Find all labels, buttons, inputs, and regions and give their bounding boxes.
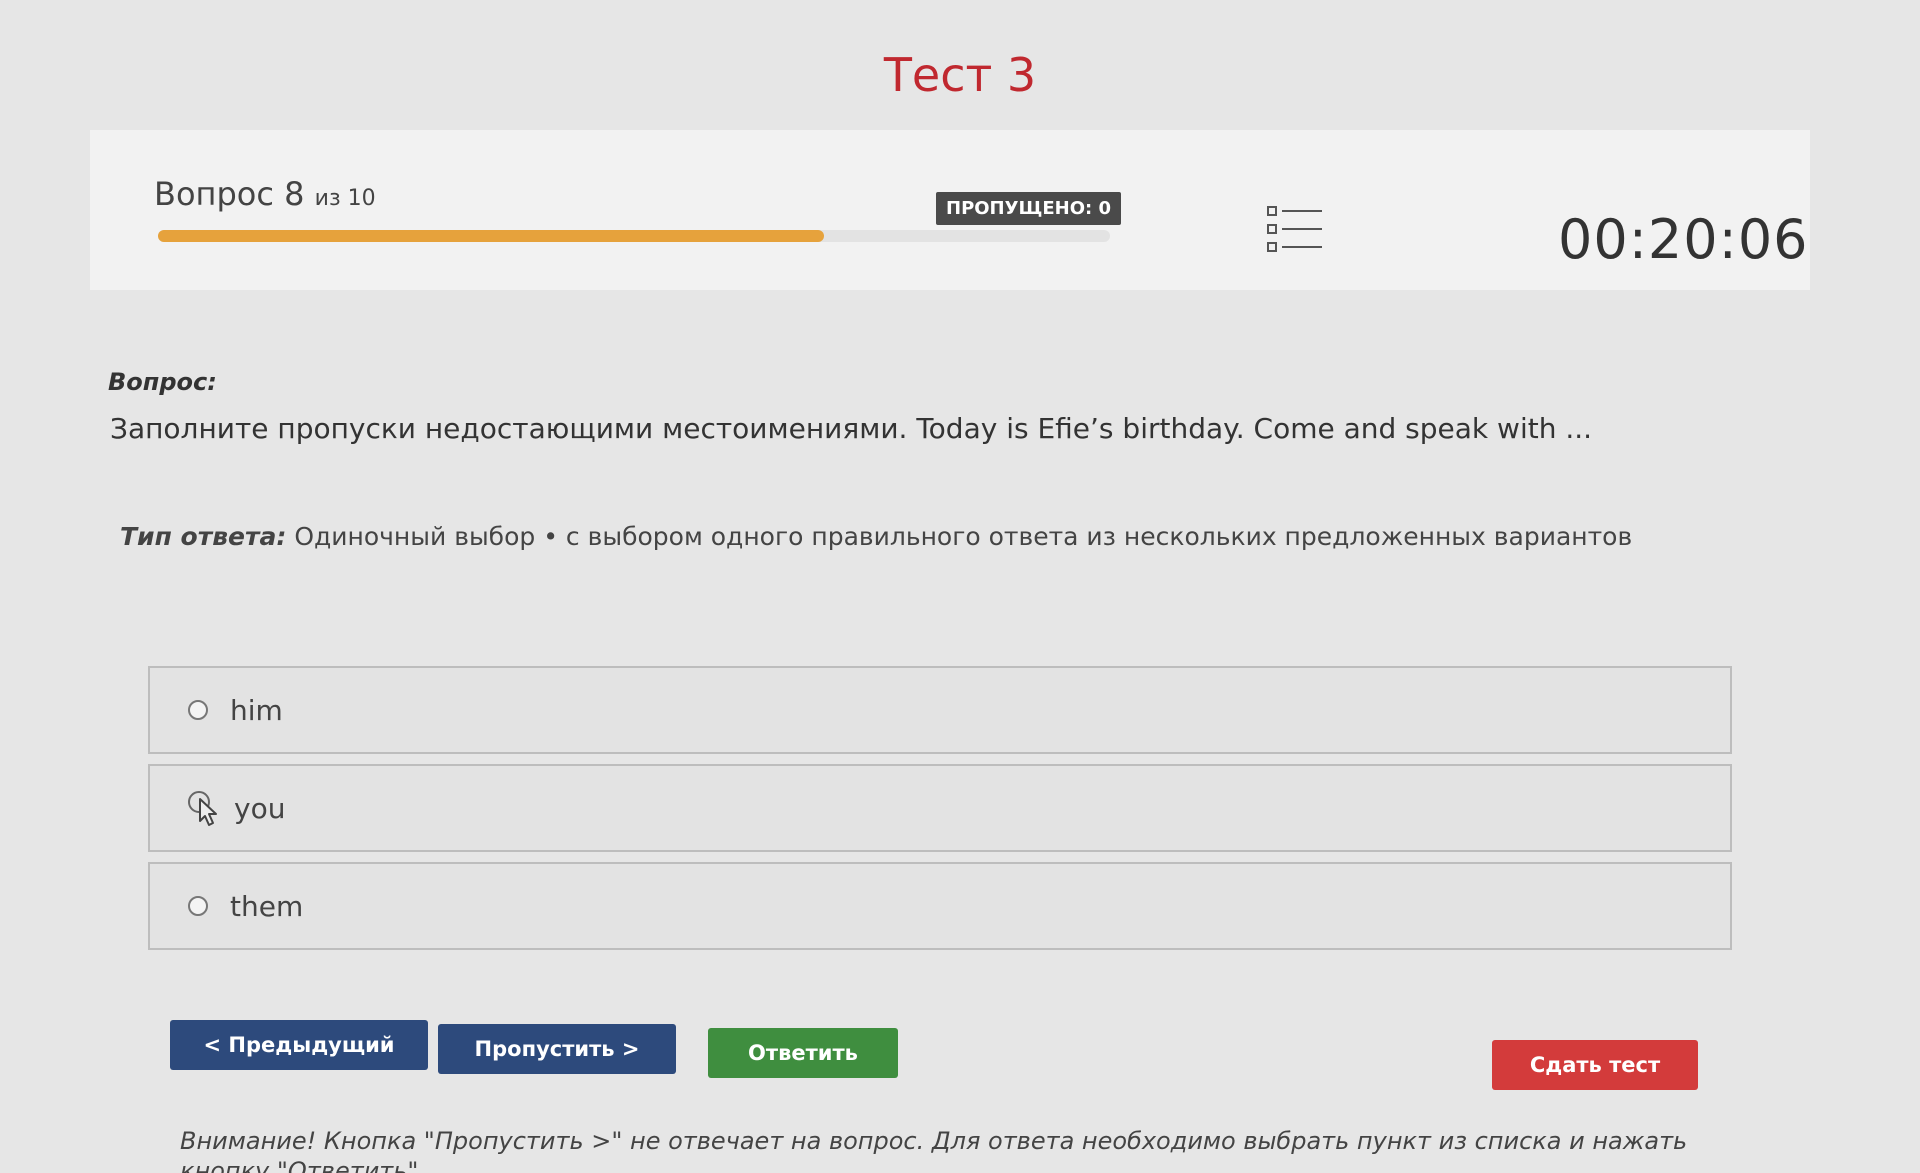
answer-option-them[interactable]: them xyxy=(148,862,1732,950)
hand-pointer-icon xyxy=(186,789,220,827)
option-label: them xyxy=(230,889,304,923)
notice-text: Внимание! Кнопка "Пропустить >" не отвеч… xyxy=(180,1127,1688,1173)
progress-bar-fill xyxy=(158,230,825,242)
test-page: Тест 3 Вопрос 8 из 10 ПРОПУЩЕНО: 0 00:20… xyxy=(0,0,1920,1173)
radio-button[interactable] xyxy=(188,896,208,916)
question-total: из 10 xyxy=(314,186,376,211)
question-number: Вопрос 8 xyxy=(154,175,305,213)
answer-option-you[interactable]: you xyxy=(148,764,1732,852)
previous-button[interactable]: < Предыдущий xyxy=(170,1020,428,1070)
skip-button[interactable]: Пропустить > xyxy=(438,1024,676,1074)
action-buttons: < Предыдущий Пропустить > Ответить Сдать… xyxy=(170,1020,1700,1090)
option-label: him xyxy=(230,693,283,727)
answer-option-him[interactable]: him xyxy=(148,666,1732,754)
option-label: you xyxy=(234,791,286,825)
progress-bar xyxy=(158,230,1110,242)
test-title: Тест 3 xyxy=(883,48,1037,102)
answer-options: him you them xyxy=(148,666,1732,960)
answer-type-value: Одиночный выбор • с выбором одного прави… xyxy=(294,522,1633,551)
answer-type-label: Тип ответа: xyxy=(120,522,287,551)
question-label: Вопрос: xyxy=(108,368,217,396)
skipped-badge: ПРОПУЩЕНО: 0 xyxy=(936,192,1122,225)
status-panel: Вопрос 8 из 10 ПРОПУЩЕНО: 0 00:20:06 xyxy=(90,130,1810,290)
list-icon[interactable] xyxy=(1266,205,1326,255)
radio-button[interactable] xyxy=(188,700,208,720)
submit-test-button[interactable]: Сдать тест xyxy=(1492,1040,1698,1090)
timer: 00:20:06 xyxy=(1558,208,1809,271)
answer-button[interactable]: Ответить xyxy=(708,1028,898,1078)
answer-type: Тип ответа: Одиночный выбор • с выбором … xyxy=(120,522,1632,551)
question-text: Заполните пропуски недостающими местоиме… xyxy=(110,412,1593,445)
question-counter: Вопрос 8 из 10 xyxy=(154,175,376,213)
